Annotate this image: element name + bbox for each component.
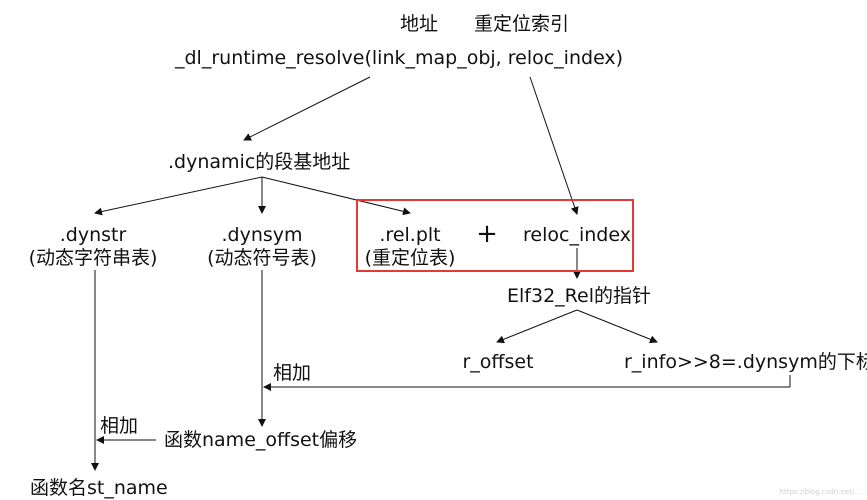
dynsym-name: .dynsym: [221, 224, 303, 246]
function-call: _dl_runtime_resolve(link_map_obj, reloc_…: [175, 47, 624, 69]
relplt-name: .rel.plt: [379, 224, 441, 246]
relplt-desc: (重定位表): [364, 247, 456, 269]
arrow-call-to-dynamic: [243, 76, 371, 141]
name-offset-node: 函数name_offset偏移: [164, 429, 358, 451]
elf32-rel-node: Elf32_Rel的指针: [507, 285, 651, 307]
add-label-dynstr: 相加: [100, 415, 139, 437]
plus-sign: +: [476, 219, 498, 249]
r-offset-node: r_offset: [462, 351, 534, 373]
address-label: 地址: [400, 13, 439, 35]
st-name-node: 函数名st_name: [30, 477, 168, 499]
arrow-elf32-to-r-info: [576, 309, 658, 344]
dynamic-base-node: .dynamic的段基地址: [168, 151, 351, 173]
arrow-elf32-to-r-offset: [496, 309, 578, 344]
dynsym-desc: (动态符号表): [207, 247, 317, 269]
dynstr-name: .dynstr: [59, 224, 127, 246]
reloc-index-label: 重定位索引: [474, 13, 570, 35]
dynstr-desc: (动态字符串表): [28, 247, 158, 269]
arrow-dynamic-to-dynstr: [94, 176, 263, 216]
watermark: https://blog.csdn.net/...: [779, 488, 861, 496]
add-label-dynsym: 相加: [273, 362, 312, 384]
r-info-node: r_info>>8=.dynsym的下标: [624, 351, 867, 373]
arrow-call-to-reloc-index: [529, 76, 579, 215]
reloc-index-node: reloc_index: [523, 224, 631, 246]
